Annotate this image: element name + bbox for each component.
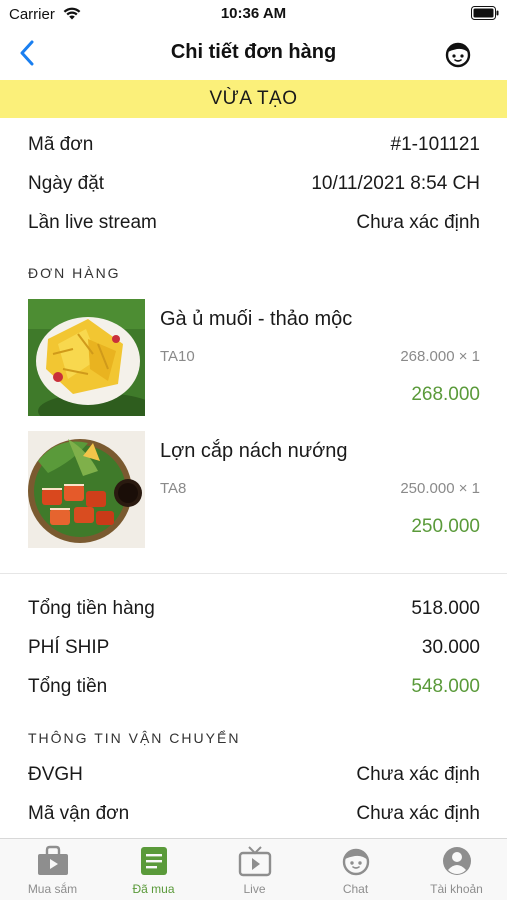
shipping-fee-value: 30.000 xyxy=(421,637,480,658)
tab-live[interactable]: Live xyxy=(204,839,305,900)
battery-icon xyxy=(471,6,499,25)
subtotal-row: Tổng tiền hàng 518.000 xyxy=(28,595,480,623)
items-section-title: ĐƠN HÀNG xyxy=(28,265,121,281)
status-bar: Carrier 10:36 AM xyxy=(0,0,507,30)
subtotal-label: Tổng tiền hàng xyxy=(28,598,155,619)
tv-live-icon xyxy=(238,844,272,878)
order-item[interactable]: Lợn cắp nách nướng TA8 250.000 × 1 250.0… xyxy=(28,431,480,549)
product-image xyxy=(28,299,145,416)
order-item[interactable]: Gà ủ muối - thảo mộc TA10 268.000 × 1 26… xyxy=(28,299,480,417)
total-value: 548.000 xyxy=(411,676,480,697)
tracking-code-row: Mã vận đơn Chưa xác định xyxy=(28,800,480,828)
order-date-row: Ngày đặt 10/11/2021 8:54 CH xyxy=(28,170,480,198)
section-divider xyxy=(0,573,507,574)
tracking-code-label: Mã vận đơn xyxy=(28,803,130,824)
tab-label: Live xyxy=(243,882,266,896)
chat-face-icon xyxy=(339,844,373,878)
tab-purchased[interactable]: Đã mua xyxy=(103,839,204,900)
tab-shopping[interactable]: Mua sắm xyxy=(2,839,103,900)
tracking-code-value: Chưa xác định xyxy=(356,803,480,824)
tab-label: Tài khoản xyxy=(430,882,483,896)
product-image xyxy=(28,431,145,548)
tab-label: Mua sắm xyxy=(27,882,78,896)
product-unit-price: 268.000 × 1 xyxy=(400,348,480,365)
navigation-bar: Chi tiết đơn hàng xyxy=(0,30,507,78)
livestream-value: Chưa xác định xyxy=(356,212,480,233)
product-code: TA8 xyxy=(160,480,187,497)
product-name: Gà ủ muối - thảo mộc xyxy=(160,308,353,330)
product-name: Lợn cắp nách nướng xyxy=(160,440,348,462)
order-status-banner: VỪA TẠO xyxy=(0,80,507,118)
page-title: Chi tiết đơn hàng xyxy=(170,41,337,63)
shopping-bag-icon xyxy=(36,844,70,878)
shipping-section-title: THÔNG TIN VẬN CHUYỂN xyxy=(28,730,241,746)
shipping-fee-label: PHÍ SHIP xyxy=(28,637,110,658)
shipping-fee-row: PHÍ SHIP 30.000 xyxy=(28,634,480,662)
carrier-value: Chưa xác định xyxy=(356,764,480,785)
account-icon xyxy=(440,844,474,878)
tab-chat[interactable]: Chat xyxy=(305,839,406,900)
total-row: Tổng tiền 548.000 xyxy=(28,673,480,701)
order-date-label: Ngày đặt xyxy=(28,173,105,194)
order-list-icon xyxy=(137,844,171,878)
order-date-value: 10/11/2021 8:54 CH xyxy=(311,173,480,194)
chat-face-icon xyxy=(445,42,471,68)
order-code-row: Mã đơn #1-101121 xyxy=(28,131,480,159)
tab-account[interactable]: Tài khoản xyxy=(406,839,507,900)
carrier-row: ĐVGH Chưa xác định xyxy=(28,761,480,789)
livestream-label: Lần live stream xyxy=(28,212,157,233)
livestream-row: Lần live stream Chưa xác định xyxy=(28,209,480,237)
order-code-label: Mã đơn xyxy=(28,134,94,155)
tab-bar: Mua sắm Đã mua Live Chat Tài khoản xyxy=(0,838,507,900)
carrier-label: ĐVGH xyxy=(28,764,83,785)
tab-label: Chat xyxy=(342,882,369,896)
chat-support-button[interactable] xyxy=(441,37,475,71)
product-unit-price: 250.000 × 1 xyxy=(400,480,480,497)
product-line-total: 250.000 xyxy=(411,516,480,537)
total-label: Tổng tiền xyxy=(28,676,108,697)
tab-label: Đã mua xyxy=(132,882,175,896)
product-code: TA10 xyxy=(160,348,195,365)
subtotal-value: 518.000 xyxy=(411,598,480,619)
clock-time: 10:36 AM xyxy=(220,5,287,22)
order-code-value: #1-101121 xyxy=(390,134,480,155)
product-line-total: 268.000 xyxy=(411,384,480,405)
